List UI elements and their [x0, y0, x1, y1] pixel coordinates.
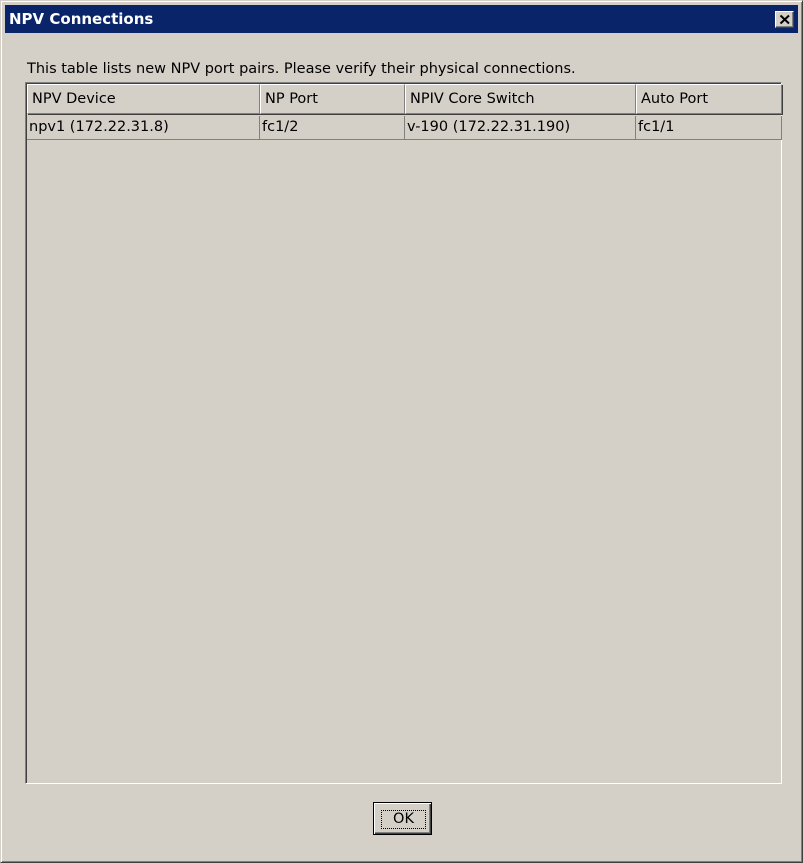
close-icon [779, 14, 790, 25]
table-header: NPV Device NP Port NPIV Core Switch Auto… [27, 84, 782, 114]
column-header-npiv-core-switch[interactable]: NPIV Core Switch [405, 84, 636, 114]
description-text: This table lists new NPV port pairs. Ple… [27, 61, 576, 77]
cell-npiv-core-switch[interactable]: v-190 (172.22.31.190) [405, 116, 636, 140]
title-bar[interactable]: NPV Connections [5, 5, 798, 33]
connections-table[interactable]: NPV Device NP Port NPIV Core Switch Auto… [25, 82, 782, 784]
ok-button-label: OK [381, 810, 426, 829]
column-header-auto-port[interactable]: Auto Port [636, 84, 782, 114]
table-row[interactable]: npv1 (172.22.31.8) fc1/2 v-190 (172.22.3… [27, 116, 782, 140]
column-header-np-port[interactable]: NP Port [260, 84, 405, 114]
column-header-npv-device[interactable]: NPV Device [27, 84, 260, 114]
window-title: NPV Connections [9, 10, 154, 28]
npv-connections-dialog: NPV Connections This table lists new NPV… [0, 0, 803, 863]
cell-auto-port[interactable]: fc1/1 [636, 116, 782, 140]
cell-np-port[interactable]: fc1/2 [260, 116, 405, 140]
cell-npv-device[interactable]: npv1 (172.22.31.8) [27, 116, 260, 140]
close-button[interactable] [775, 11, 794, 28]
ok-button[interactable]: OK [373, 802, 432, 835]
